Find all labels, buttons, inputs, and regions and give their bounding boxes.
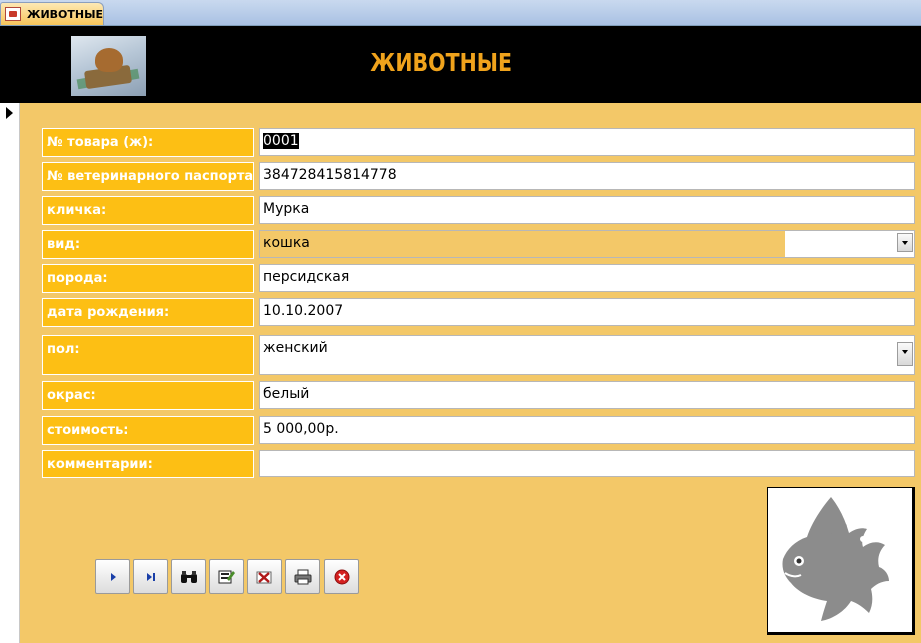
sex-combo[interactable]: женский [259, 335, 915, 375]
form-title: ЖИВОТНЫЕ [370, 48, 513, 77]
close-icon [334, 569, 349, 584]
birth-date-field[interactable]: 10.10.2007 [259, 298, 915, 326]
next-record-button[interactable] [95, 559, 130, 594]
price-field[interactable]: 5 000,00р. [259, 416, 915, 444]
next-record-icon [110, 572, 116, 581]
species-combo[interactable]: кошка [259, 230, 915, 258]
field-label-vet-passport: № ветеринарного паспорта: [42, 162, 254, 191]
sex-value: женский [263, 340, 328, 356]
form-header: ЖИВОТНЫЕ [0, 26, 921, 103]
print-button[interactable] [285, 559, 320, 594]
record-selector[interactable] [0, 103, 20, 643]
field-label-item-number: № товара (ж): [42, 128, 254, 157]
last-record-button[interactable] [133, 559, 168, 594]
animal-picture [767, 487, 915, 635]
delete-record-icon [256, 571, 271, 583]
last-record-icon [146, 572, 155, 581]
field-label-breed: порода: [42, 264, 254, 293]
species-dropdown-button[interactable] [897, 233, 913, 252]
field-label-birth-date: дата рождения: [42, 298, 254, 327]
comments-field[interactable] [259, 450, 915, 477]
printer-icon [294, 569, 311, 584]
field-label-color: окрас: [42, 381, 254, 410]
field-label-species: вид: [42, 230, 254, 259]
binoculars-icon [180, 570, 197, 583]
item-number-value: 0001 [263, 133, 299, 149]
sex-dropdown-button[interactable] [897, 342, 913, 366]
current-record-icon [6, 107, 13, 119]
document-tab-bar: ЖИВОТНЫЕ [0, 0, 921, 26]
breed-field[interactable]: персидская [259, 264, 915, 292]
field-label-nickname: кличка: [42, 196, 254, 225]
document-tab-label: ЖИВОТНЫЕ [27, 8, 104, 21]
nickname-field[interactable]: Мурка [259, 196, 915, 224]
species-value: кошка [263, 235, 310, 251]
vet-passport-field[interactable]: 384728415814778 [259, 162, 915, 190]
delete-record-button[interactable] [247, 559, 282, 594]
document-tab[interactable]: ЖИВОТНЫЕ [0, 2, 104, 25]
form-icon [5, 7, 21, 21]
save-record-icon [218, 570, 235, 583]
find-record-button[interactable] [171, 559, 206, 594]
field-label-sex: пол: [42, 335, 254, 375]
fish-silhouette-icon [782, 497, 889, 621]
color-field[interactable]: белый [259, 381, 915, 409]
save-record-button[interactable] [209, 559, 244, 594]
field-label-price: стоимость: [42, 416, 254, 445]
field-label-comments: комментарии: [42, 450, 254, 478]
close-form-button[interactable] [324, 559, 359, 594]
item-number-field[interactable]: 0001 [259, 128, 915, 156]
